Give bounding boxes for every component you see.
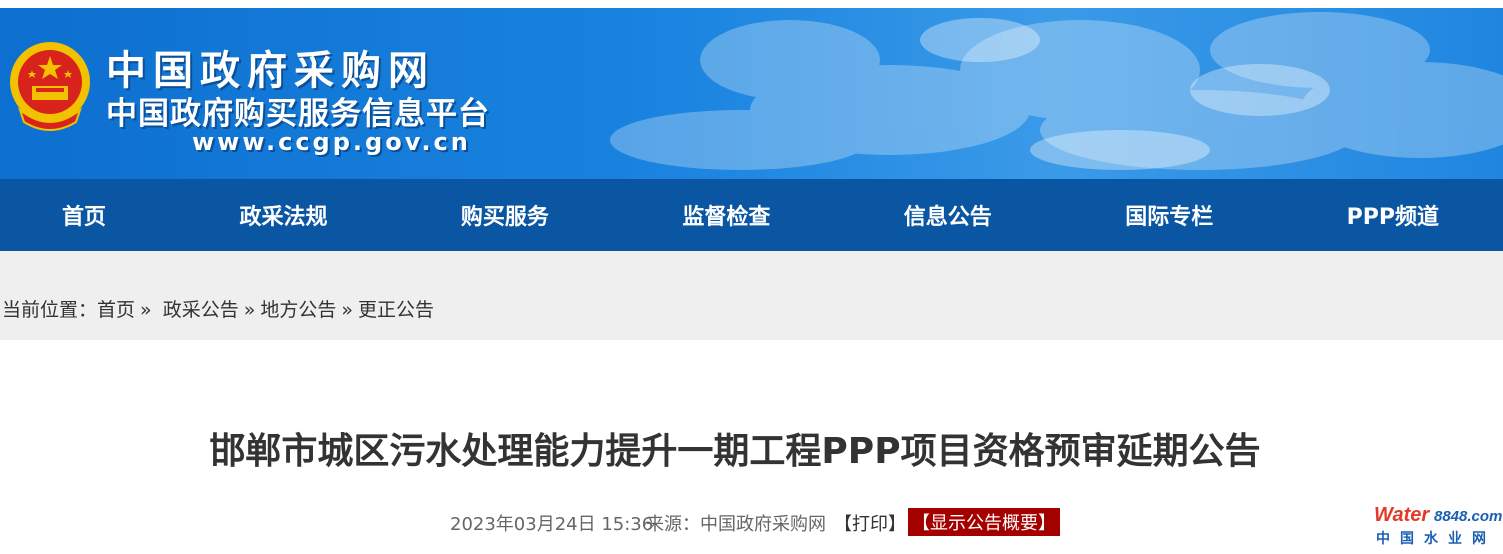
site-url: www.ccgp.gov.cn — [192, 128, 471, 156]
breadcrumb: 当前位置：首页» 政采公告» 地方公告» 更正公告 — [2, 295, 434, 322]
nav-item-regulations[interactable]: 政采法规 — [239, 199, 327, 231]
nav-item-home[interactable]: 首页 — [62, 199, 106, 231]
breadcrumb-separator: » — [341, 299, 353, 321]
breadcrumb-home[interactable]: 首页 — [97, 299, 135, 321]
header-banner: 中国政府采购网 中国政府购买服务信息平台 www.ccgp.gov.cn — [0, 0, 1503, 179]
watermark-brand-a: Water — [1374, 504, 1430, 526]
article-source: 来源：中国政府采购网 — [646, 514, 826, 535]
watermark-cn: 中国水业网 — [1376, 530, 1496, 546]
article-card: 邯郸市城区污水处理能力提升一期工程PPP项目资格预审延期公告 2023年03月2… — [0, 340, 1503, 554]
nav-item-purchase-services[interactable]: 购买服务 — [461, 199, 549, 231]
nav-item-international[interactable]: 国际专栏 — [1125, 199, 1213, 231]
breadcrumb-separator: » — [243, 299, 256, 321]
main-nav: 首页 政采法规 购买服务 监督检查 信息公告 国际专栏 PPP频道 — [0, 179, 1503, 251]
national-emblem-icon — [10, 42, 90, 131]
show-summary-button[interactable]: 【显示公告概要】 — [908, 508, 1060, 536]
breadcrumb-separator: » — [140, 299, 152, 321]
clouds-decoration — [610, 12, 1503, 170]
print-link[interactable]: 【打印】 — [834, 510, 906, 536]
breadcrumb-prefix: 当前位置： — [2, 299, 98, 321]
nav-item-supervision[interactable]: 监督检查 — [682, 199, 770, 231]
breadcrumb-correction[interactable]: 更正公告 — [358, 299, 434, 321]
article-title: 邯郸市城区污水处理能力提升一期工程PPP项目资格预审延期公告 — [209, 431, 1261, 472]
nav-item-ppp[interactable]: PPP频道 — [1347, 199, 1439, 231]
publish-date: 2023年03月24日 15:36 — [450, 514, 654, 535]
watermark-brand-b: 8848.com — [1434, 508, 1503, 525]
watermark-logo: Water 8848.com 中国水业网 — [1374, 504, 1502, 552]
site-subtitle: 中国政府购买服务信息平台 — [106, 96, 490, 132]
breadcrumb-gov-procurement[interactable]: 政采公告 — [163, 299, 239, 321]
nav-item-announcements[interactable]: 信息公告 — [904, 199, 992, 231]
breadcrumb-local[interactable]: 地方公告 — [260, 299, 336, 321]
